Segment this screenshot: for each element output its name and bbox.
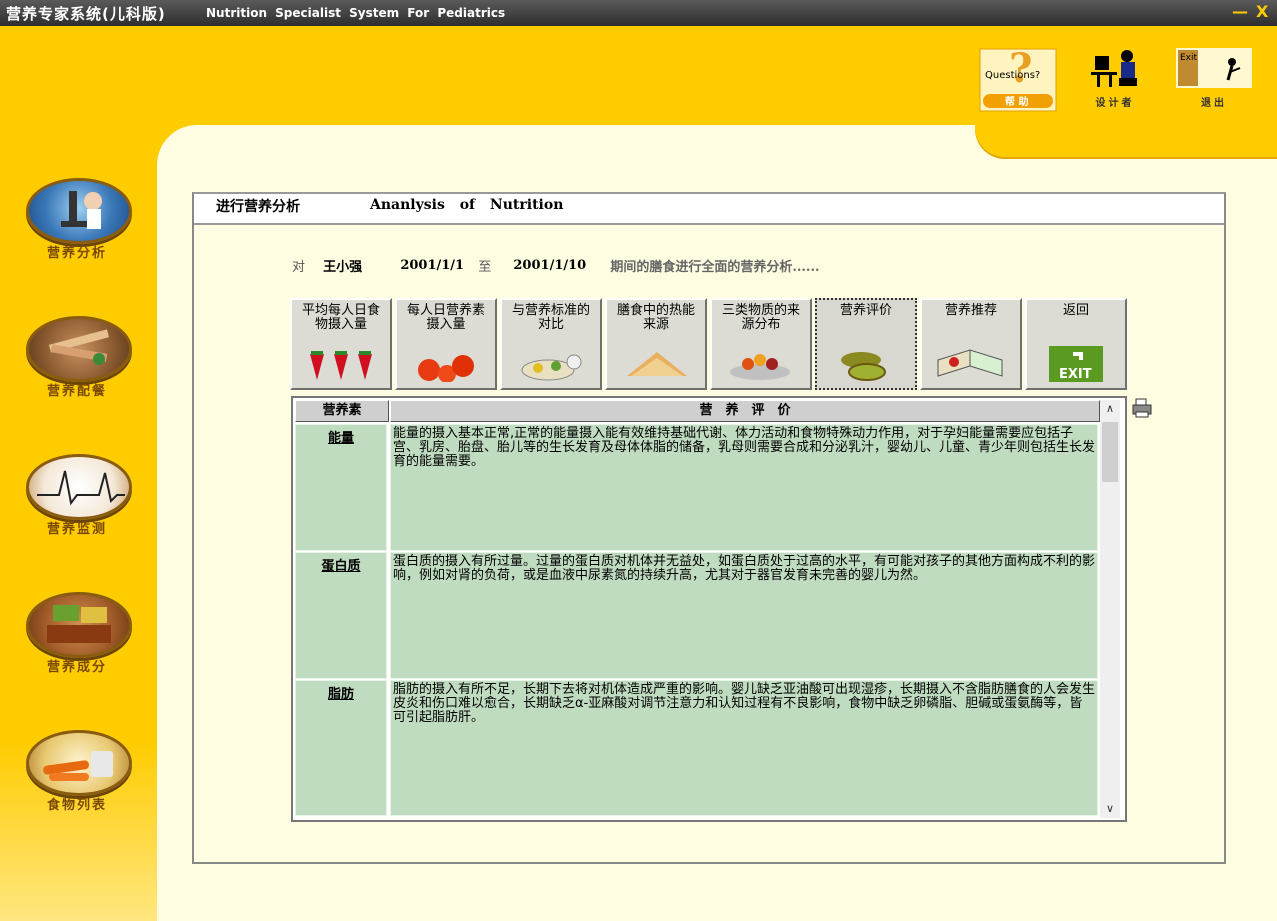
analysis-range-line: 对 王小强 2001/1/1 至 2001/1/10 期间的膳食进行全面的营养分… (292, 256, 820, 276)
scrollbar-thumb[interactable] (1102, 422, 1118, 482)
panel-title-cn: 进行营养分析 (216, 199, 300, 215)
analysis-suffix: 期间的膳食进行全面的营养分析...... (610, 260, 820, 275)
svg-text:Questions?: Questions? (985, 70, 1040, 81)
panel-title-en: Ananlysis of Nutrition (370, 197, 564, 213)
heartbeat-icon (26, 454, 132, 520)
nutrition-evaluation-button[interactable]: 营养评价 (815, 298, 917, 390)
title-bar: 营养专家系统(儿科版) Nutrition Specialist System … (0, 0, 1277, 26)
scroll-up-icon[interactable]: ∧ (1100, 402, 1120, 415)
daily-nutrient-intake-button[interactable]: 每人日营养素摄入量 (395, 298, 497, 390)
designer-label: 设计者 (1095, 98, 1135, 109)
sidebar-item-label: 营养分析 (46, 246, 107, 261)
designer-button[interactable]: 设计者 (1085, 48, 1145, 109)
prefix-text: 对 (292, 260, 306, 275)
app-subtitle: Nutrition Specialist System For Pediatri… (206, 6, 506, 20)
panel-header: 进行营养分析 Ananlysis of Nutrition (194, 194, 1224, 225)
sidebar-item-meal-planning[interactable]: 营养配餐 (22, 316, 132, 416)
close-button[interactable]: X (1256, 2, 1268, 21)
sidebar-item-label: 营养监测 (46, 522, 107, 537)
table-row-nutrient: 蛋白质 (295, 552, 387, 679)
table-row-evaluation: 脂肪的摄入有所不足，长期下去将对机体造成严重的影响。婴儿缺乏亚油酸可出现湿疹，长… (390, 680, 1098, 816)
sidebar: 营养分析 营养配餐 营养监测 营养成分 食物列表 (0, 26, 157, 921)
column-header-nutrient: 营养素 (295, 400, 389, 422)
evaluation-table: 营养素 营 养 评 价 能量 能量的摄入基本正常,正常的能量摄入能有效维持基础代… (291, 396, 1127, 822)
nutrition-recommendation-button[interactable]: 营养推荐 (920, 298, 1022, 390)
table-row-nutrient: 能量 (295, 424, 387, 551)
sidebar-item-label: 营养配餐 (46, 384, 107, 399)
exit-sign-icon: EXIT (1049, 346, 1103, 382)
bread-icon (627, 352, 687, 376)
date-to: 2001/1/10 (513, 258, 587, 273)
svg-text:EXIT: EXIT (1059, 367, 1092, 382)
table-row-evaluation: 能量的摄入基本正常,正常的能量摄入能有效维持基础代谢、体力活动和食物特殊动力作用… (390, 424, 1098, 551)
sidebar-item-nutrition-monitoring[interactable]: 营养监测 (22, 454, 132, 554)
microscope-icon (26, 178, 132, 244)
kiwi-icon (841, 352, 886, 381)
sidebar-item-food-list[interactable]: 食物列表 (22, 730, 132, 830)
macronutrient-source-button[interactable]: 三类物质的来源分布 (710, 298, 812, 390)
help-button[interactable]: ? Questions? 帮 助 (979, 45, 1059, 116)
sidebar-item-nutrition-content[interactable]: 营养成分 (22, 592, 132, 692)
energy-source-button[interactable]: 膳食中的热能来源 (605, 298, 707, 390)
person-name: 王小强 (323, 260, 363, 275)
table-row-nutrient: 脂肪 (295, 680, 387, 816)
meal-plate-icon (26, 316, 132, 382)
sidebar-item-label: 食物列表 (46, 798, 107, 813)
food-plate-icon (521, 354, 582, 381)
date-from: 2001/1/1 (400, 258, 465, 273)
sidebar-item-nutrition-analysis[interactable]: 营养分析 (22, 178, 132, 278)
designer-icon (1091, 50, 1137, 87)
question-icon: ? Questions? 帮 助 (979, 45, 1057, 112)
food-box-icon (26, 592, 132, 658)
column-header-evaluation: 营 养 评 价 (390, 400, 1100, 422)
printer-icon[interactable] (1131, 398, 1153, 418)
fruit-basket-icon (730, 354, 790, 380)
to-word: 至 (478, 260, 492, 275)
tomato-icon (418, 355, 474, 382)
table-scrollbar[interactable]: ∧ ∨ (1100, 400, 1120, 818)
svg-text:帮 助: 帮 助 (1005, 95, 1028, 108)
exit-label: 退出 (1201, 98, 1227, 109)
exit-door-icon: Exit (1176, 48, 1252, 88)
svg-text:Exit: Exit (1180, 53, 1198, 63)
strawberry-icon (310, 351, 372, 380)
avg-food-intake-button[interactable]: 平均每人日食物摄入量 (290, 298, 392, 390)
minimize-button[interactable]: — (1232, 2, 1248, 21)
sidebar-item-label: 营养成分 (46, 660, 107, 675)
standard-comparison-button[interactable]: 与营养标准的对比 (500, 298, 602, 390)
book-icon (937, 349, 1003, 377)
exit-app-button[interactable]: Exit 退出 (1176, 48, 1252, 109)
scroll-down-icon[interactable]: ∨ (1100, 802, 1120, 815)
return-button[interactable]: 返回 EXIT (1025, 298, 1127, 390)
app-name: 营养专家系统(儿科版) (6, 5, 166, 23)
analysis-panel: 进行营养分析 Ananlysis of Nutrition 对 王小强 2001… (192, 192, 1226, 864)
table-row-evaluation: 蛋白质的摄入有所过量。过量的蛋白质对机体并无益处，如蛋白质处于过高的水平，有可能… (390, 552, 1098, 679)
carrots-icon (26, 730, 132, 796)
